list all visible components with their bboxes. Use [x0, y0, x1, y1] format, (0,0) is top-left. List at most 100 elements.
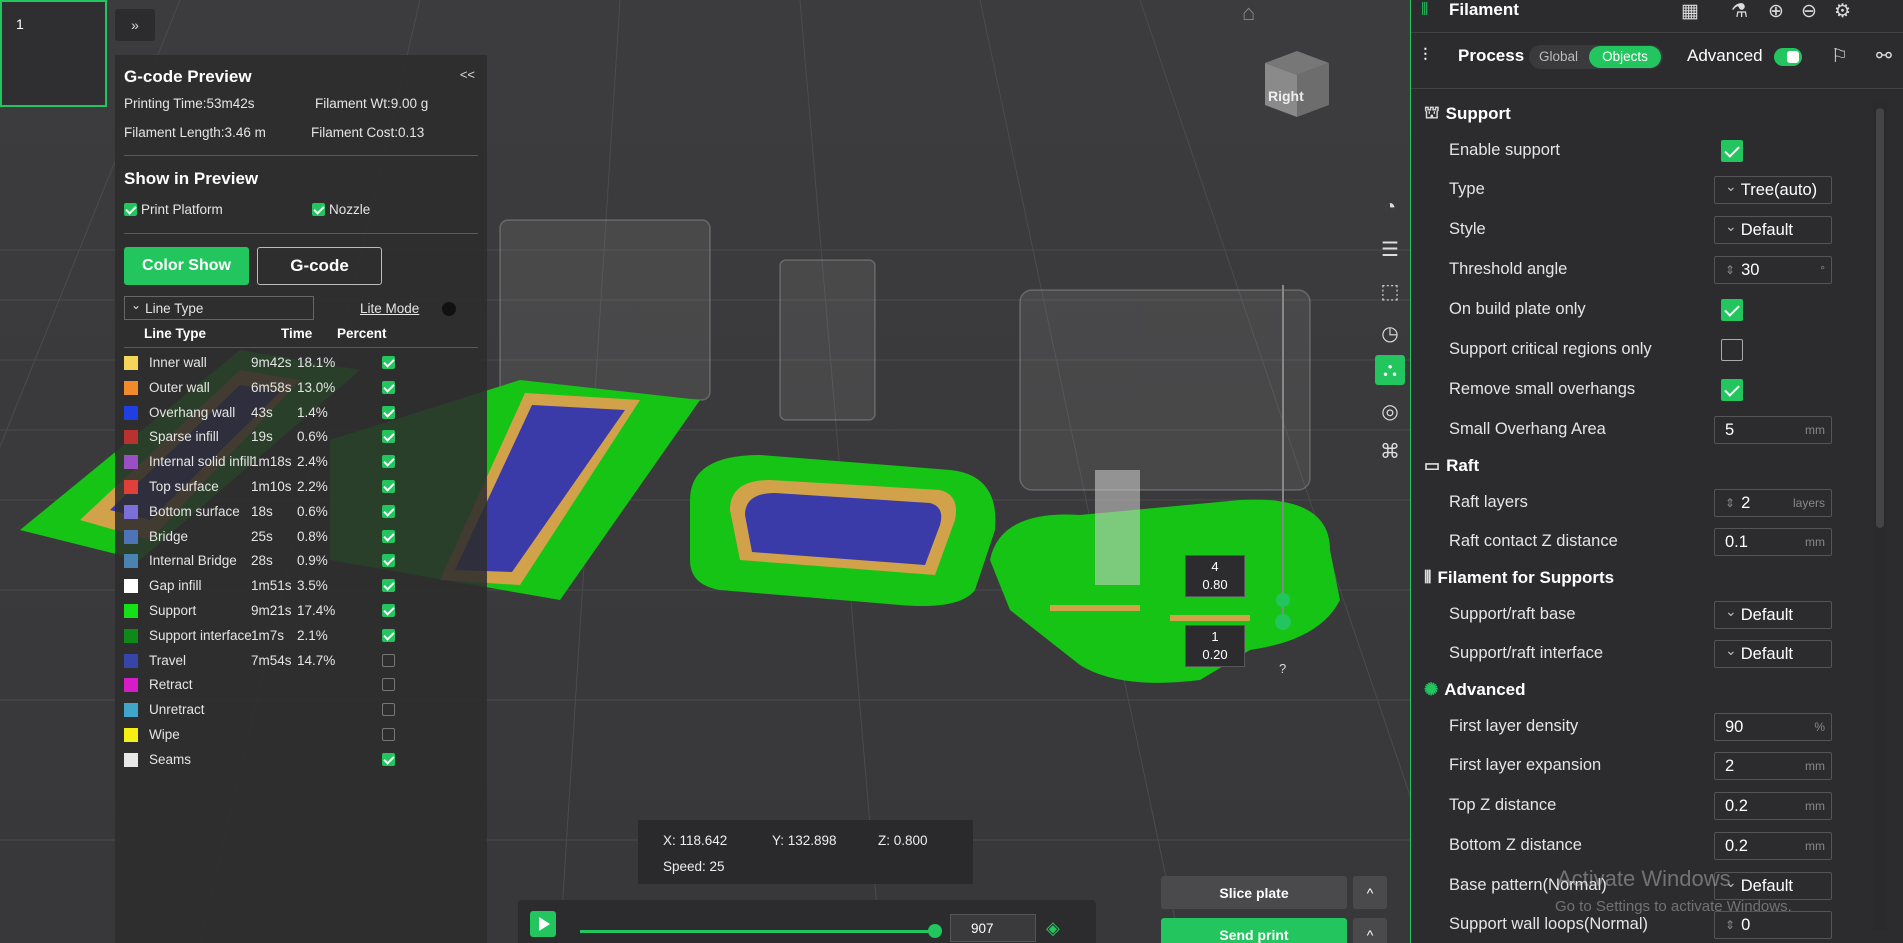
plate-thumbnail[interactable]: 1 — [0, 0, 107, 107]
legend-visibility-checkbox[interactable] — [382, 356, 395, 369]
nozzle-option[interactable]: Nozzle — [312, 202, 370, 217]
legend-row: Inner wall 9m42s 18.1% — [124, 353, 479, 373]
legend-visibility-checkbox[interactable] — [382, 504, 395, 518]
critical-regions-checkbox[interactable] — [1721, 339, 1743, 361]
gcode-button[interactable]: G-code — [257, 247, 382, 285]
support-base-select[interactable]: Default — [1714, 601, 1832, 629]
support-paint-icon[interactable]: ⛬ — [1375, 355, 1405, 385]
small-overhang-area-input[interactable]: 5 mm — [1714, 416, 1832, 444]
remove-filament-icon[interactable]: ⊖ — [1801, 0, 1817, 23]
filament-settings-icon[interactable]: ▦ — [1681, 0, 1699, 23]
collapse-preview-button[interactable]: << — [460, 67, 475, 82]
move-slider-track[interactable] — [580, 930, 935, 933]
divider — [124, 347, 478, 348]
filament-cost: Filament Cost:0.13 — [311, 125, 425, 140]
legend-name: Sparse infill — [149, 429, 219, 445]
raft-layers-input[interactable]: 2 layers — [1714, 489, 1832, 517]
first-layer-density-input[interactable]: 90% — [1714, 713, 1832, 741]
raft-contact-unit: mm — [1805, 535, 1825, 549]
objects-option[interactable]: Objects — [1589, 46, 1661, 68]
send-options-button[interactable]: ^ — [1353, 918, 1387, 943]
home-icon[interactable]: ⌂ — [1242, 0, 1255, 26]
move-number-input[interactable]: 907 — [950, 914, 1036, 942]
print-platform-checkbox[interactable] — [124, 203, 137, 216]
legend-visibility-checkbox[interactable] — [382, 678, 395, 692]
legend-visibility-checkbox[interactable] — [382, 628, 395, 642]
sync-icon[interactable]: ⚗ — [1731, 0, 1748, 23]
line-type-select-value: Line Type — [145, 300, 204, 316]
advanced-toggle[interactable] — [1774, 48, 1802, 66]
lite-mode-link[interactable]: Lite Mode — [360, 301, 419, 316]
base-pattern-select[interactable]: Default — [1714, 872, 1832, 900]
legend-visibility-checkbox[interactable] — [382, 604, 395, 617]
first-layer-expansion-label: First layer expansion — [1449, 756, 1602, 774]
raft-contact-input[interactable]: 0.1 mm — [1714, 528, 1832, 556]
legend-percent: 0.8% — [297, 528, 328, 544]
send-print-button[interactable]: Send print — [1161, 918, 1347, 943]
filament-length: Filament Length:3.46 m — [124, 125, 266, 140]
first-layer-expansion-input[interactable]: 2 mm — [1714, 752, 1832, 780]
3d-viewport[interactable]: 1 » ⌂ Right G-code Preview << Printing T… — [0, 0, 1410, 943]
legend-visibility-checkbox[interactable] — [382, 752, 395, 766]
legend-visibility-checkbox[interactable] — [382, 529, 395, 543]
settings-scroll-thumb[interactable] — [1876, 108, 1884, 528]
support-wall-loops-input[interactable]: 0 — [1714, 911, 1832, 939]
legend-visibility-checkbox[interactable] — [382, 430, 395, 444]
nozzle-checkbox[interactable] — [312, 203, 325, 216]
help-icon[interactable]: ? — [1279, 661, 1286, 676]
threshold-angle-input[interactable]: 30 ° — [1714, 256, 1832, 284]
legend-name: Seams — [149, 751, 192, 767]
legend-visibility-checkbox[interactable] — [382, 703, 395, 717]
advanced-heading: Advanced — [1444, 680, 1526, 699]
show-in-preview-heading: Show in Preview — [124, 169, 259, 188]
enable-support-checkbox[interactable] — [1721, 140, 1743, 162]
print-platform-option[interactable]: Print Platform — [124, 202, 223, 217]
remove-small-overhangs-checkbox[interactable] — [1721, 379, 1743, 401]
move-slider-knob[interactable] — [928, 924, 942, 938]
slice-options-button[interactable]: ^ — [1353, 876, 1387, 909]
legend-visibility-checkbox[interactable] — [382, 480, 395, 493]
legend-swatch — [124, 628, 138, 643]
line-type-select[interactable]: ⌄ Line Type — [124, 296, 314, 320]
assembly-view-icon[interactable]: ◔ — [1375, 192, 1405, 222]
support-interface-select[interactable]: Default — [1714, 640, 1832, 668]
legend-name: Gap infill — [149, 578, 202, 594]
filament-header: ⦀ Filament ▦ ⚗ ⊕ ⊖ ⚙ — [1411, 0, 1903, 30]
type-select[interactable]: Tree(auto) — [1714, 176, 1832, 204]
legend-swatch — [124, 356, 138, 370]
color-show-button[interactable]: Color Show — [124, 247, 249, 285]
expand-sidebar-button[interactable]: » — [115, 9, 155, 41]
legend-visibility-checkbox[interactable] — [382, 554, 395, 568]
legend-visibility-checkbox[interactable] — [382, 579, 395, 593]
global-option[interactable]: Global — [1539, 49, 1578, 64]
legend-visibility-checkbox[interactable] — [382, 455, 395, 469]
legend-visibility-checkbox[interactable] — [382, 405, 395, 419]
slice-plate-button[interactable]: Slice plate — [1161, 876, 1347, 909]
gear-icon[interactable]: ⚙ — [1834, 0, 1851, 23]
lite-mode-toggle[interactable] — [442, 302, 456, 316]
global-objects-toggle[interactable]: Global Objects — [1529, 45, 1663, 69]
layer-list-icon[interactable]: ☰ — [1375, 234, 1405, 264]
arrange-icon[interactable]: ⌘ — [1375, 436, 1405, 466]
legend-visibility-checkbox[interactable] — [382, 728, 395, 741]
style-select[interactable]: Default — [1714, 216, 1832, 244]
play-icon[interactable] — [530, 911, 556, 937]
build-plate-only-checkbox[interactable] — [1721, 299, 1743, 321]
speed-gauge-icon[interactable]: ◷ — [1375, 318, 1405, 348]
top-z-distance-input[interactable]: 0.2 mm — [1714, 792, 1832, 820]
layers-icon[interactable]: ◈ — [1046, 918, 1060, 939]
seam-icon[interactable]: ◎ — [1375, 396, 1405, 426]
add-filament-icon[interactable]: ⊕ — [1768, 0, 1784, 23]
legend-row: Bridge 25s 0.8% — [124, 527, 479, 547]
view-cube[interactable] — [1257, 43, 1335, 121]
bottom-z-distance-input[interactable]: 0.2 mm — [1714, 832, 1832, 860]
layer-bottom-index: 1 — [1211, 629, 1219, 644]
legend-visibility-checkbox[interactable] — [382, 653, 395, 667]
bottom-z-distance-label: Bottom Z distance — [1449, 836, 1582, 854]
legend-visibility-checkbox[interactable] — [382, 380, 395, 394]
compare-icon[interactable]: ⚐ — [1831, 45, 1848, 68]
share-icon[interactable]: ⚯ — [1876, 45, 1892, 68]
legend-name: Bottom surface — [149, 503, 240, 519]
nozzle-label: Nozzle — [329, 202, 371, 217]
select-area-icon[interactable]: ⬚ — [1375, 276, 1405, 306]
